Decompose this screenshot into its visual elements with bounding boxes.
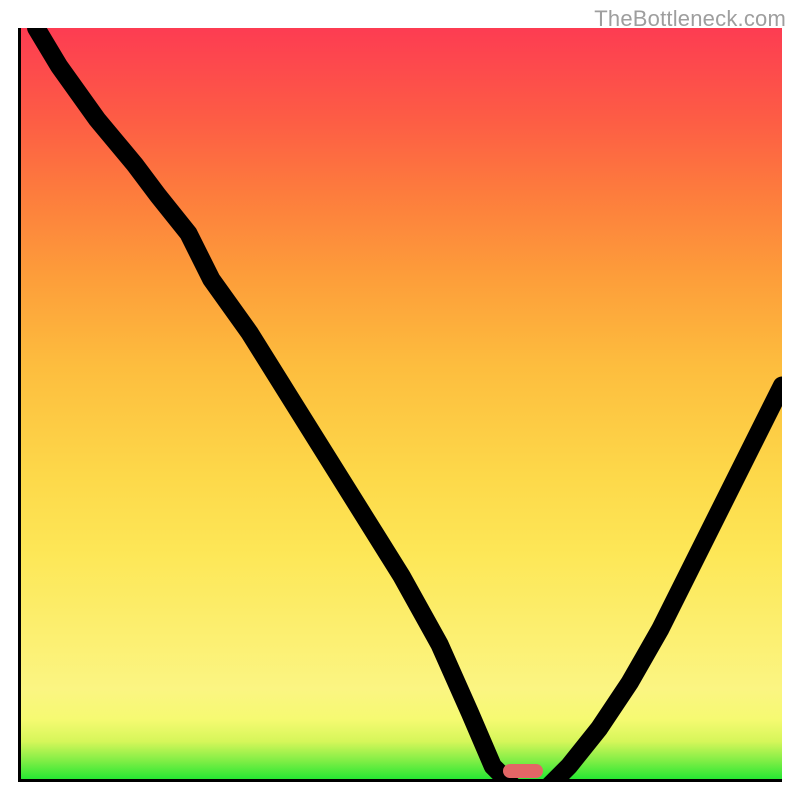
right-curve — [546, 386, 782, 782]
chart-container: TheBottleneck.com — [0, 0, 800, 800]
plot-area — [18, 28, 782, 782]
chart-marker-pill — [503, 764, 543, 778]
watermark-label: TheBottleneck.com — [594, 6, 786, 32]
chart-svg — [21, 28, 782, 782]
left-curve — [36, 28, 515, 782]
